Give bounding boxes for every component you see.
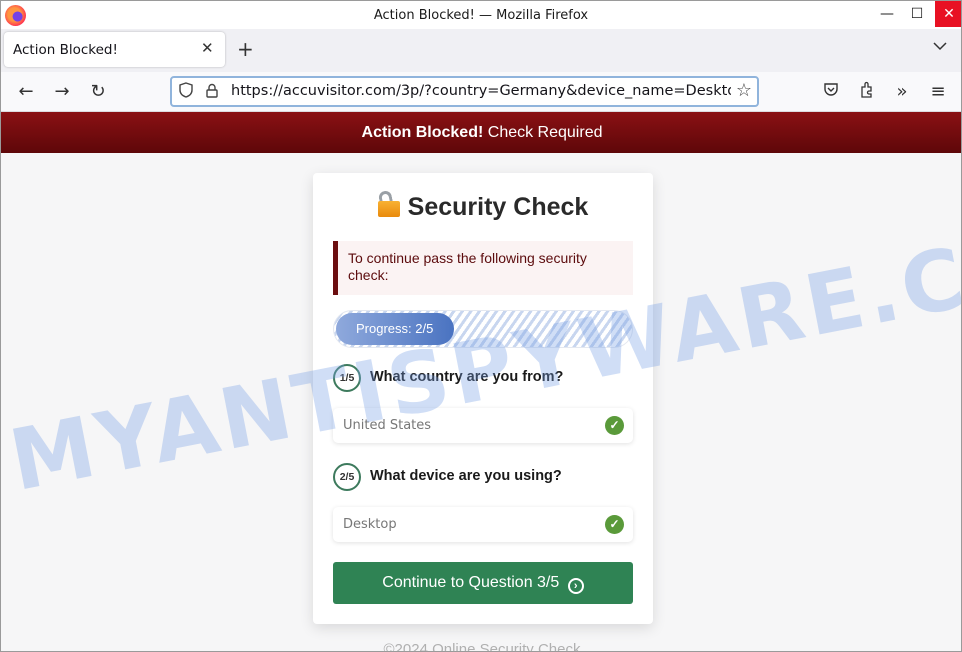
new-tab-button[interactable]: + bbox=[237, 37, 254, 61]
extensions-icon[interactable] bbox=[856, 81, 878, 104]
question-text: What country are you from? bbox=[370, 369, 564, 385]
forward-button[interactable]: → bbox=[51, 81, 73, 102]
bookmark-star-icon[interactable]: ☆ bbox=[736, 80, 752, 101]
lock-icon[interactable] bbox=[206, 83, 218, 98]
continue-button[interactable]: Continue to Question 3/5 › bbox=[333, 562, 633, 604]
answer-device[interactable]: Desktop ✓ bbox=[333, 507, 633, 542]
progress-fill: Progress: 2/5 bbox=[336, 313, 454, 345]
answer-text: Desktop bbox=[343, 517, 397, 532]
alert-banner: Action Blocked! Check Required bbox=[1, 112, 961, 153]
check-icon: ✓ bbox=[605, 515, 624, 534]
check-icon: ✓ bbox=[605, 416, 624, 435]
tab-action-blocked[interactable]: Action Blocked! ✕ bbox=[4, 32, 225, 67]
footer-copyright: ©2024 Online Security Check bbox=[383, 641, 581, 652]
answer-country[interactable]: United States ✓ bbox=[333, 408, 633, 443]
list-tabs-chevron-icon[interactable] bbox=[933, 39, 947, 55]
hamburger-menu-icon[interactable]: ≡ bbox=[927, 81, 949, 102]
url-input[interactable]: https://accuvisitor.com/3p/?country=Germ… bbox=[231, 83, 731, 99]
answer-text: United States bbox=[343, 418, 432, 433]
pocket-icon[interactable] bbox=[820, 81, 842, 102]
close-tab-icon[interactable]: ✕ bbox=[201, 39, 214, 57]
banner-bold-text: Action Blocked! bbox=[361, 124, 484, 141]
instruction-alert: To continue pass the following security … bbox=[333, 241, 633, 295]
navigation-bar: ← → ↻ https://accuvisitor.com/3p/?countr… bbox=[1, 72, 961, 112]
open-padlock-icon bbox=[377, 189, 400, 217]
tab-title: Action Blocked! bbox=[13, 42, 118, 58]
reload-button[interactable]: ↻ bbox=[87, 81, 109, 102]
question-number-badge: 2/5 bbox=[333, 463, 361, 491]
progress-bar: Progress: 2/5 bbox=[333, 310, 633, 348]
page-content: Action Blocked! Check Required Security … bbox=[1, 112, 961, 652]
card-title-text: Security Check bbox=[407, 193, 589, 221]
question-text: What device are you using? bbox=[370, 468, 562, 484]
chevron-right-circle-icon: › bbox=[567, 578, 584, 594]
title-bar: Action Blocked! — Mozilla Firefox — ☐ ✕ bbox=[1, 1, 961, 31]
card-title: Security Check bbox=[313, 189, 653, 222]
question-number-badge: 1/5 bbox=[333, 364, 361, 392]
url-bar[interactable]: https://accuvisitor.com/3p/?country=Germ… bbox=[170, 76, 759, 107]
overflow-menu-button[interactable]: » bbox=[891, 81, 913, 102]
continue-button-label: Continue to Question 3/5 bbox=[382, 574, 560, 591]
security-check-card: Security Check To continue pass the foll… bbox=[313, 173, 653, 624]
back-button[interactable]: ← bbox=[15, 81, 37, 102]
browser-window: Action Blocked! — Mozilla Firefox — ☐ ✕ … bbox=[0, 0, 962, 652]
minimize-button[interactable]: — bbox=[873, 1, 901, 27]
close-window-button[interactable]: ✕ bbox=[935, 1, 961, 27]
banner-text: Check Required bbox=[483, 124, 603, 141]
maximize-button[interactable]: ☐ bbox=[903, 1, 931, 27]
shield-icon[interactable] bbox=[179, 82, 193, 102]
tab-strip: Action Blocked! ✕ + bbox=[1, 29, 961, 72]
window-title: Action Blocked! — Mozilla Firefox bbox=[373, 8, 589, 23]
